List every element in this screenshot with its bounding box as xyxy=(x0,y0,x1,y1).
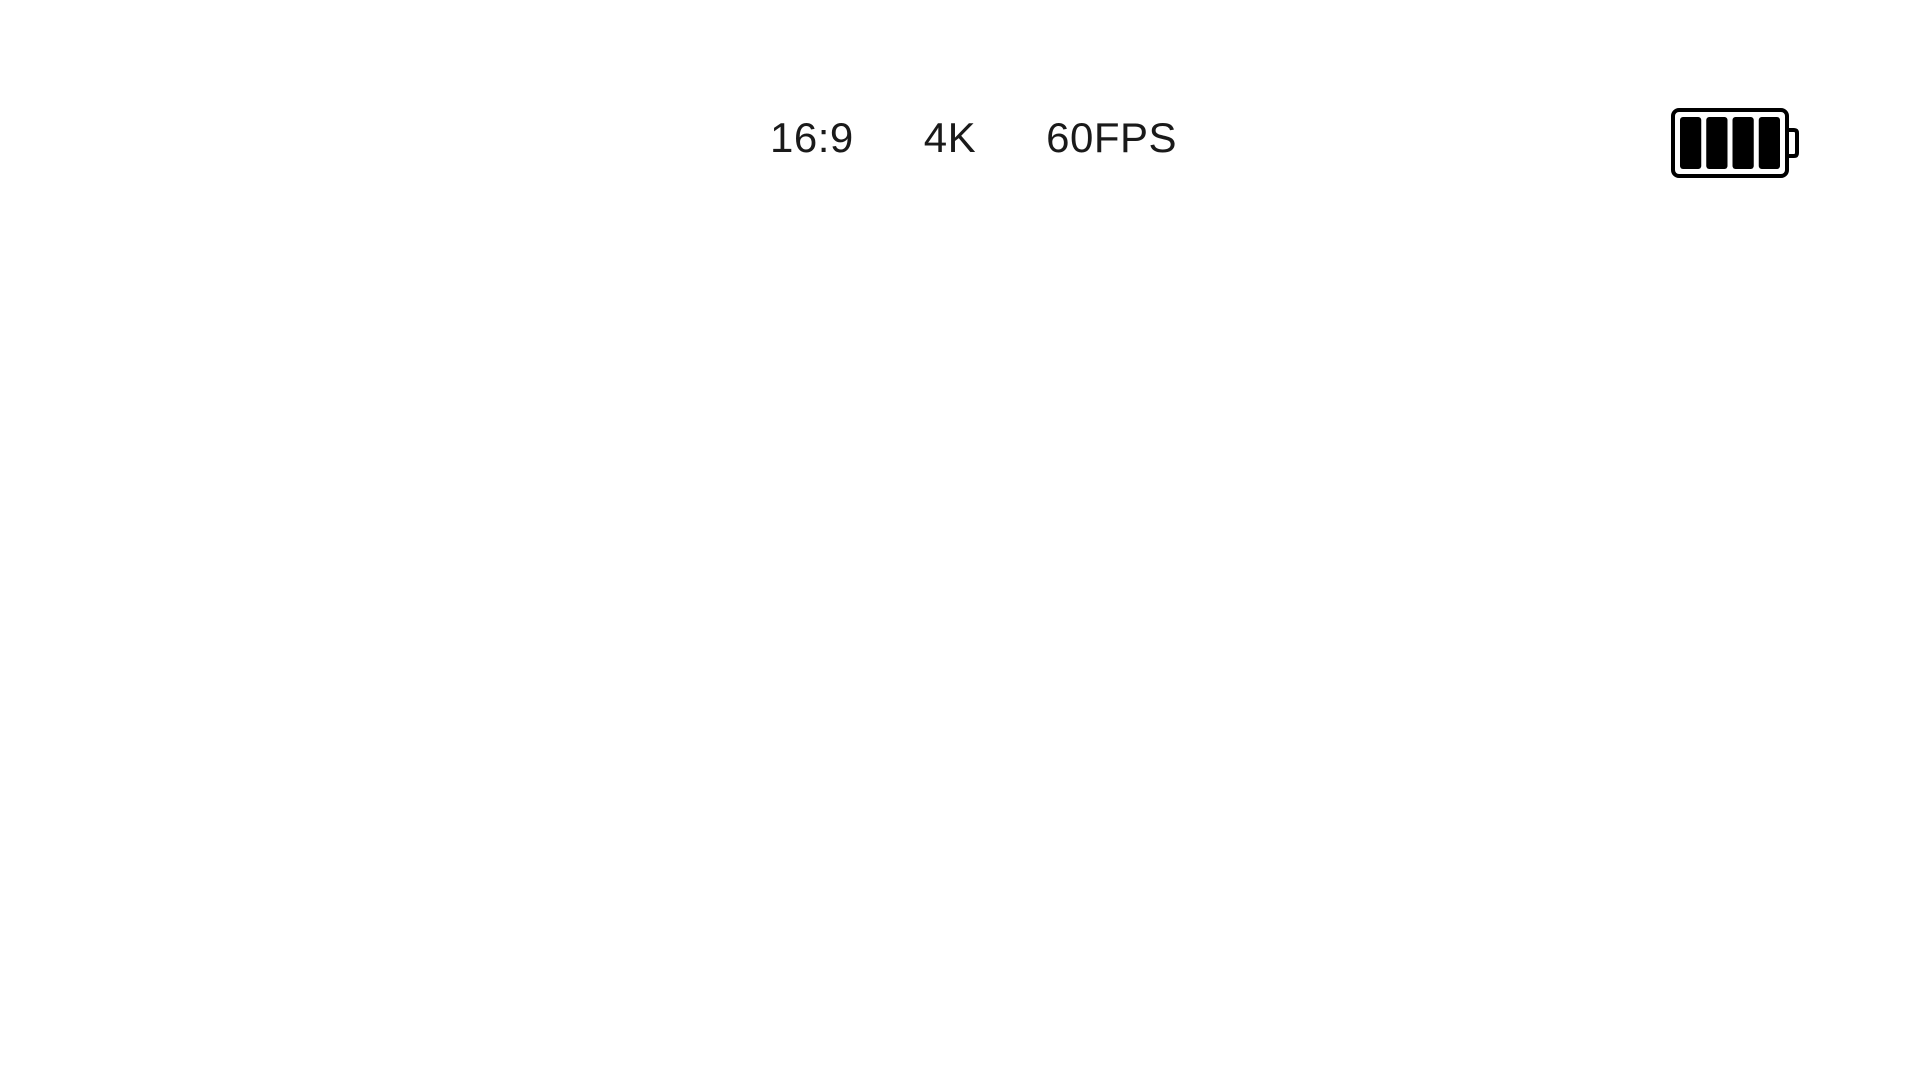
battery-cell xyxy=(1706,117,1728,169)
battery-cell xyxy=(1758,117,1780,169)
aspect-ratio-setting[interactable]: 16:9 xyxy=(770,114,854,162)
status-bar: 16:9 4K 60FPS xyxy=(0,0,1920,200)
camera-viewfinder: 16:9 4K 60FPS xyxy=(0,0,1920,1080)
battery-full-icon xyxy=(1670,107,1800,179)
battery-cell xyxy=(1732,117,1754,169)
battery-cell xyxy=(1680,117,1702,169)
resolution-setting[interactable]: 4K xyxy=(924,114,976,162)
frame-rate-setting[interactable]: 60FPS xyxy=(1046,114,1177,162)
battery-cells xyxy=(1680,117,1780,169)
capture-settings: 16:9 4K 60FPS xyxy=(770,108,1177,168)
